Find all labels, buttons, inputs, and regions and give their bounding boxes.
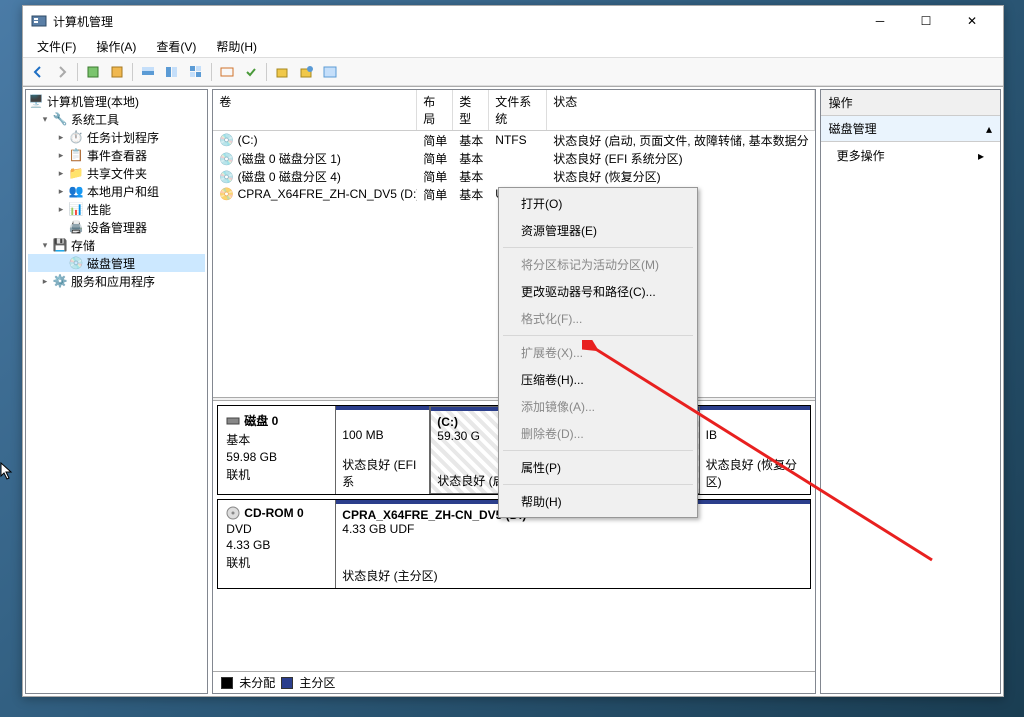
window-title: 计算机管理 <box>53 13 857 30</box>
legend: 未分配 主分区 <box>213 671 814 693</box>
tree-panel: 🖥️计算机管理(本地) ▾🔧系统工具 ▸⏱️任务计划程序 ▸📋事件查看器 ▸📁共… <box>25 89 208 694</box>
tool-icon-4[interactable] <box>161 61 183 83</box>
col-filesystem[interactable]: 文件系统 <box>489 90 547 130</box>
tree-system-tools[interactable]: ▾🔧系统工具 <box>28 110 205 128</box>
tree-disk-management[interactable]: 💿磁盘管理 <box>28 254 205 272</box>
disk-0-info[interactable]: 磁盘 0 基本 59.98 GB 联机 <box>218 406 336 494</box>
ctx-change-letter[interactable]: 更改驱动器号和路径(C)... <box>501 278 695 305</box>
tool-icon-8[interactable] <box>271 61 293 83</box>
cdrom-info[interactable]: CD-ROM 0 DVD 4.33 GB 联机 <box>218 500 336 588</box>
col-volume[interactable]: 卷 <box>213 90 417 130</box>
tree-performance[interactable]: ▸📊性能 <box>28 200 205 218</box>
tree-shared-folders[interactable]: ▸📁共享文件夹 <box>28 164 205 182</box>
ctx-delete: 删除卷(D)... <box>501 420 695 447</box>
col-layout[interactable]: 布局 <box>417 90 453 130</box>
tree-root[interactable]: 🖥️计算机管理(本地) <box>28 92 205 110</box>
forward-button[interactable] <box>51 61 73 83</box>
tree-task-scheduler[interactable]: ▸⏱️任务计划程序 <box>28 128 205 146</box>
tool-icon-1[interactable] <box>82 61 104 83</box>
context-menu: 打开(O) 资源管理器(E) 将分区标记为活动分区(M) 更改驱动器号和路径(C… <box>498 187 698 518</box>
cdrom-icon <box>226 506 240 520</box>
tool-icon-5[interactable] <box>185 61 207 83</box>
menubar: 文件(F) 操作(A) 查看(V) 帮助(H) <box>23 36 1003 58</box>
volume-row[interactable]: 💿 (磁盘 0 磁盘分区 4) 简单 基本 状态良好 (恢复分区) <box>213 167 814 185</box>
actions-section-disk[interactable]: 磁盘管理 ▴ <box>821 116 1000 142</box>
action-more[interactable]: 更多操作 ▸ <box>821 142 1000 169</box>
menu-operations[interactable]: 操作(A) <box>88 36 144 57</box>
minimize-button[interactable]: ─ <box>857 6 903 36</box>
ctx-properties[interactable]: 属性(P) <box>501 454 695 481</box>
ctx-extend: 扩展卷(X)... <box>501 339 695 366</box>
tree-local-users[interactable]: ▸👥本地用户和组 <box>28 182 205 200</box>
toolbar <box>23 58 1003 86</box>
ctx-help[interactable]: 帮助(H) <box>501 488 695 515</box>
col-type[interactable]: 类型 <box>453 90 489 130</box>
ctx-shrink[interactable]: 压缩卷(H)... <box>501 366 695 393</box>
chevron-right-icon: ▸ <box>978 149 984 163</box>
tool-icon-9[interactable] <box>295 61 317 83</box>
partition-efi[interactable]: 100 MB 状态良好 (EFI 系 <box>336 406 430 494</box>
close-button[interactable]: ✕ <box>949 6 995 36</box>
col-status[interactable]: 状态 <box>547 90 814 130</box>
maximize-button[interactable]: ☐ <box>903 6 949 36</box>
tool-icon-10[interactable] <box>319 61 341 83</box>
tool-icon-3[interactable] <box>137 61 159 83</box>
ctx-explorer[interactable]: 资源管理器(E) <box>501 217 695 244</box>
tree-services[interactable]: ▸⚙️服务和应用程序 <box>28 272 205 290</box>
actions-panel: 操作 磁盘管理 ▴ 更多操作 ▸ <box>820 89 1001 694</box>
menu-view[interactable]: 查看(V) <box>148 36 204 57</box>
ctx-add-mirror: 添加镜像(A)... <box>501 393 695 420</box>
menu-help[interactable]: 帮助(H) <box>208 36 265 57</box>
volume-row[interactable]: 💿 (C:) 简单 基本 NTFS 状态良好 (启动, 页面文件, 故障转储, … <box>213 131 814 149</box>
actions-header: 操作 <box>821 90 1000 116</box>
tool-icon-2[interactable] <box>106 61 128 83</box>
app-icon <box>31 13 47 29</box>
tool-icon-6[interactable] <box>216 61 238 83</box>
cursor-icon <box>0 462 16 482</box>
partition-recovery[interactable]: IB 状态良好 (恢复分区) <box>700 406 810 494</box>
volume-header: 卷 布局 类型 文件系统 状态 <box>213 90 814 131</box>
tree-device-manager[interactable]: 🖨️设备管理器 <box>28 218 205 236</box>
menu-file[interactable]: 文件(F) <box>29 36 84 57</box>
legend-primary-box <box>281 677 293 689</box>
tree-storage[interactable]: ▾💾存储 <box>28 236 205 254</box>
collapse-icon: ▴ <box>986 122 992 136</box>
titlebar: 计算机管理 ─ ☐ ✕ <box>23 6 1003 36</box>
volume-row[interactable]: 💿 (磁盘 0 磁盘分区 1) 简单 基本 状态良好 (EFI 系统分区) <box>213 149 814 167</box>
back-button[interactable] <box>27 61 49 83</box>
legend-unallocated-box <box>221 677 233 689</box>
ctx-open[interactable]: 打开(O) <box>501 190 695 217</box>
disk-icon <box>226 414 240 428</box>
ctx-mark-active: 将分区标记为活动分区(M) <box>501 251 695 278</box>
ctx-format: 格式化(F)... <box>501 305 695 332</box>
tool-icon-7[interactable] <box>240 61 262 83</box>
tree-event-viewer[interactable]: ▸📋事件查看器 <box>28 146 205 164</box>
